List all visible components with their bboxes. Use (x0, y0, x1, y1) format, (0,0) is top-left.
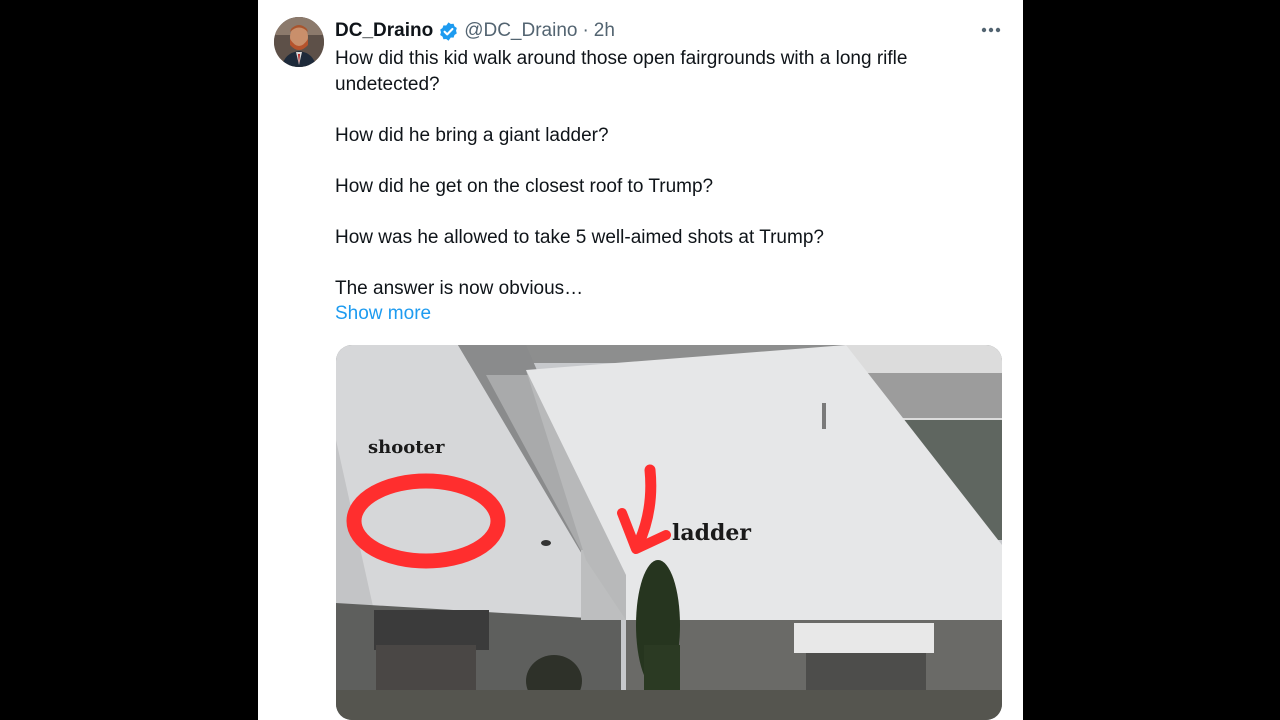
more-options-button[interactable] (979, 20, 1003, 40)
author-handle[interactable]: @DC_Draino (464, 20, 577, 42)
show-more-link[interactable]: Show more (335, 303, 431, 325)
author-name[interactable]: DC_Draino (335, 20, 433, 42)
author-avatar[interactable] (274, 17, 324, 67)
tweet-text: How did this kid walk around those open … (335, 46, 995, 301)
tweet-line: How was he allowed to take 5 well-aimed … (335, 226, 824, 248)
profile-photo (274, 17, 324, 67)
separator-dot: · (582, 20, 589, 41)
tweet-media-image[interactable]: shooter ladder (336, 345, 1002, 720)
ellipsis-icon (981, 27, 1001, 33)
tweet-line: How did he bring a giant ladder? (335, 124, 609, 146)
tweet-time[interactable]: 2h (594, 20, 615, 42)
rooftop-photo: shooter ladder (336, 345, 1002, 720)
tweet-header: DC_Draino @DC_Draino · 2h (335, 18, 615, 44)
annotation-shooter-label: shooter (368, 437, 445, 458)
verified-badge-icon (440, 21, 457, 41)
tweet-line: How did he get on the closest roof to Tr… (335, 175, 714, 197)
tweet-line: How did this kid walk around those open … (335, 48, 908, 95)
tweet-line: The answer is now obvious… (335, 277, 584, 299)
annotation-ladder-label: ladder (672, 520, 751, 546)
tweet-card: DC_Draino @DC_Draino · 2h How did this k… (258, 0, 1023, 720)
